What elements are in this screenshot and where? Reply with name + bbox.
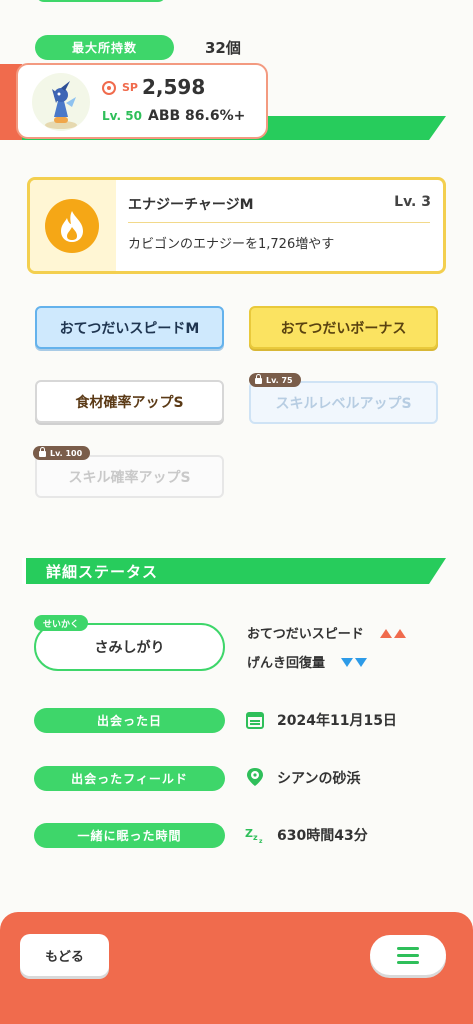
nature-up-row: おてつだいスピード <box>247 623 408 642</box>
svg-text:z: z <box>253 833 258 842</box>
sleep-zzz-icon: Z z z <box>245 825 265 845</box>
lock-icon <box>39 447 46 457</box>
sp-icon <box>102 81 116 95</box>
subskill-lock-tag-4: Lv. 75 <box>249 373 301 387</box>
skill-level: Lv. 3 <box>394 194 431 210</box>
detail-header-mark <box>22 558 26 584</box>
menu-button[interactable] <box>370 935 446 975</box>
subskill-label: おてつだいボーナス <box>280 320 407 337</box>
subskill-button-1[interactable]: おてつだいスピードM <box>35 306 224 349</box>
met-field-label: 出会ったフィールド <box>71 772 188 786</box>
lock-level: Lv. 75 <box>266 375 293 385</box>
nature-tag-label: せいかく <box>43 619 80 630</box>
calendar-icon <box>245 710 265 730</box>
hamburger-icon-line <box>397 946 419 950</box>
svg-text:Z: Z <box>245 827 253 840</box>
subskill-label: 食材確率アップS <box>75 394 184 411</box>
back-button-label: もどる <box>45 949 84 965</box>
back-button[interactable]: もどる <box>20 934 109 976</box>
top-green-bar <box>36 0 166 2</box>
detail-title: 詳細ステータス <box>46 563 159 581</box>
nature-up-label: おてつだいスピード <box>247 627 364 642</box>
lock-level: Lv. 100 <box>50 448 83 458</box>
met-date-value: 2024年11月15日 <box>277 713 397 729</box>
sp-label: SP <box>122 81 138 94</box>
location-pin-icon <box>245 767 265 787</box>
met-field-pill: 出会ったフィールド <box>34 766 225 791</box>
nature-tag: せいかく <box>34 615 89 631</box>
max-hold-value: 32個 <box>205 39 241 57</box>
skill-divider <box>128 222 430 223</box>
nature-name: さみしがり <box>94 640 165 656</box>
arrow-up-icon <box>379 623 408 642</box>
max-hold-label: 最大所持数 <box>71 41 137 55</box>
sp-value: 2,598 <box>142 75 206 99</box>
fire-icon <box>45 199 99 253</box>
max-hold-pill: 最大所持数 <box>35 35 174 60</box>
subskill-label: スキルレベルアップS <box>275 395 412 412</box>
subskill-button-5[interactable]: スキル確率アップS <box>35 455 224 498</box>
sleep-time-pill: 一緒に眠った時間 <box>34 823 225 848</box>
skill-name: エナジーチャージM <box>128 197 254 213</box>
lock-icon <box>255 374 262 384</box>
pokemon-level: Lv. 50 <box>102 109 142 123</box>
met-field-value: シアンの砂浜 <box>277 771 361 787</box>
hamburger-icon-line <box>397 960 419 964</box>
sleep-time-value: 630時間43分 <box>277 828 368 844</box>
met-date-pill: 出会った日 <box>34 708 225 733</box>
pokemon-avatar <box>32 73 90 131</box>
met-date-label: 出会った日 <box>96 714 162 728</box>
arrow-down-icon <box>341 652 369 671</box>
skill-description: カビゴンのエナジーを1,726増やす <box>128 237 335 252</box>
nature-down-row: げんき回復量 <box>247 652 369 671</box>
sleep-time-label: 一緒に眠った時間 <box>77 829 182 843</box>
svg-text:z: z <box>259 838 263 845</box>
hamburger-icon-line <box>397 953 419 957</box>
subskill-label: おてつだいスピードM <box>59 320 200 337</box>
subskill-lock-tag-5: Lv. 100 <box>33 446 91 460</box>
skill-icon-panel <box>30 180 116 271</box>
subskill-button-4[interactable]: スキルレベルアップS <box>249 381 438 424</box>
subskill-button-3[interactable]: 食材確率アップS <box>35 380 224 423</box>
pokemon-abb: ABB 86.6%+ <box>148 108 246 124</box>
subskill-button-2[interactable]: おてつだいボーナス <box>249 306 438 349</box>
pokemon-card[interactable]: SP 2,598 Lv. 50 ABB 86.6%+ <box>16 63 268 139</box>
subskill-label: スキル確率アップS <box>68 469 191 486</box>
nature-down-label: げんき回復量 <box>247 656 326 671</box>
main-skill-card[interactable]: エナジーチャージM Lv. 3 カビゴンのエナジーを1,726増やす <box>27 177 446 274</box>
